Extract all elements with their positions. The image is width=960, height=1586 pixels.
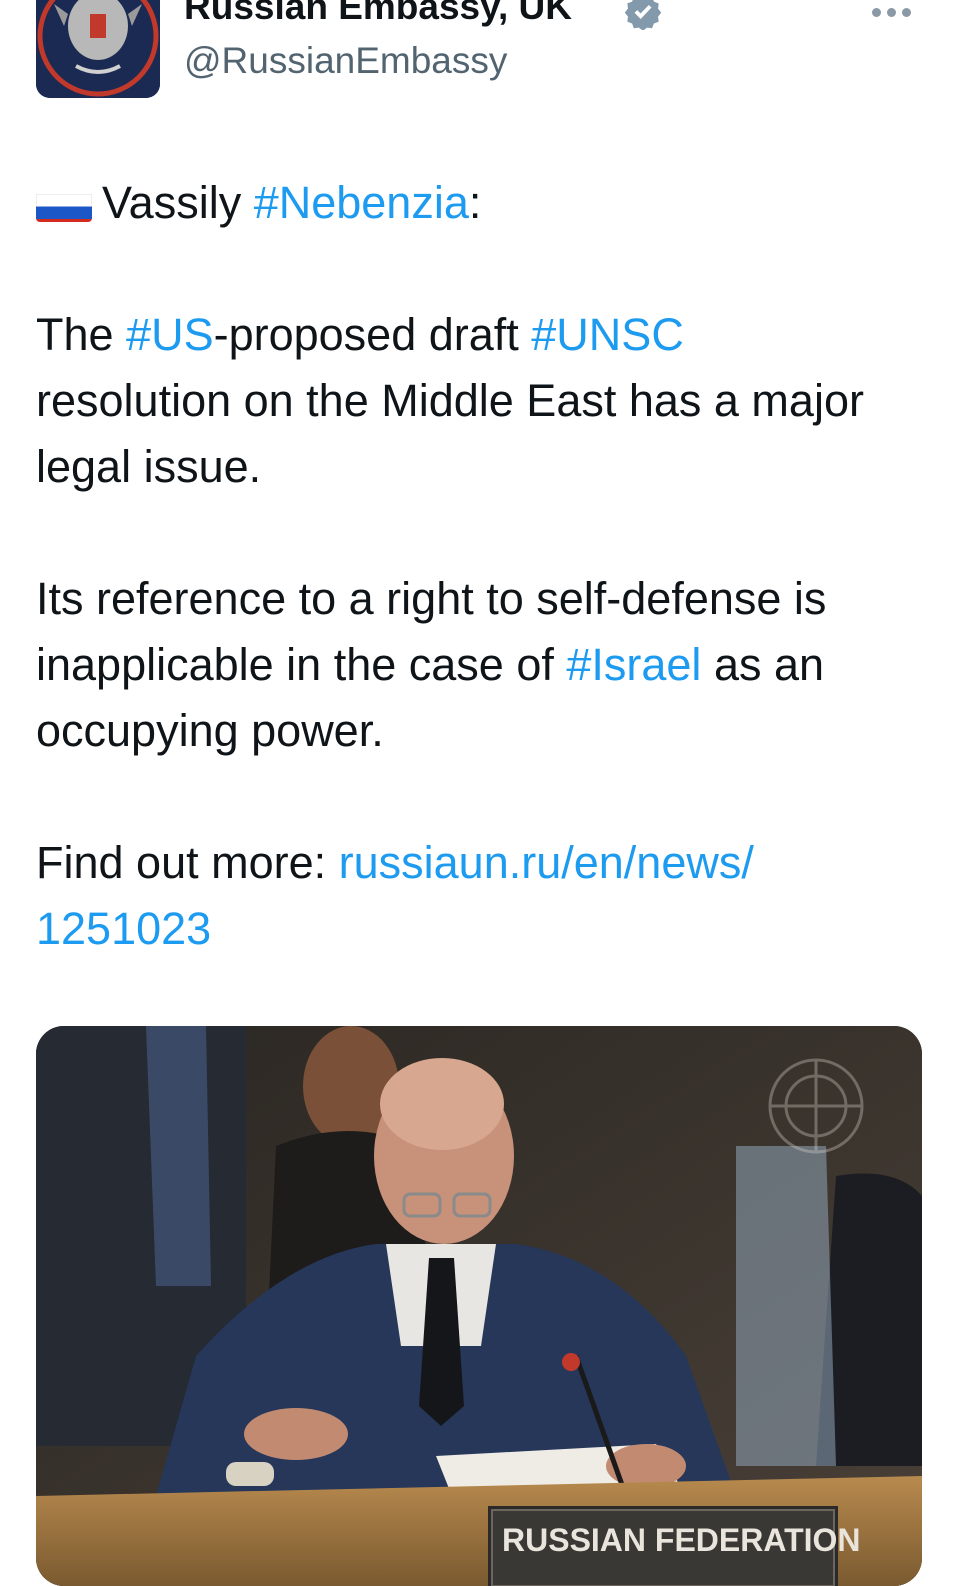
hashtag-us[interactable]: #US [126,309,214,360]
avatar[interactable] [36,0,160,98]
text-the: The [36,309,127,360]
text-resolution: resolution on the Middle East has a majo… [36,375,864,492]
text-vassily: Vassily [102,177,254,228]
tweet-paragraph-draft: The #US-proposed draft #UNSC resolution o… [36,302,936,500]
tweet-photo[interactable]: RUSSIAN FEDERATION [36,1026,922,1586]
text-proposed-draft: -proposed draft [213,309,532,360]
news-link[interactable]: russiaun.ru/en/news/ [339,837,754,888]
un-emblem-icon [768,1058,864,1154]
tweet-line-author: Vassily #Nebenzia: [36,170,936,236]
nameplate: RUSSIAN FEDERATION [502,1522,861,1558]
news-link-continued[interactable]: 1251023 [36,903,211,954]
more-options-icon[interactable] [872,2,920,22]
hashtag-nebenzia[interactable]: #Nebenzia [254,177,469,228]
tweet-paragraph-reference: Its reference to a right to self-defense… [36,566,936,764]
dot [902,7,911,17]
verified-badge-icon [624,0,662,30]
dot [887,7,896,17]
text-colon: : [468,177,482,228]
handle[interactable]: @RussianEmbassy [184,40,507,82]
photo-scene [36,1026,922,1586]
text-find-out-more: Find out more: [36,837,339,888]
hashtag-unsc[interactable]: #UNSC [531,309,684,360]
tweet-paragraph-link: Find out more: russiaun.ru/en/news/12510… [36,830,936,962]
display-name[interactable]: Russian Embassy, UK [184,0,572,28]
russia-flag-icon [36,184,92,222]
emblem-icon [36,0,160,98]
hashtag-israel[interactable]: #Israel [566,639,701,690]
tweet-header: Russian Embassy, UK @RussianEmbassy [0,0,960,110]
tweet-text: Vassily #Nebenzia: The #US-proposed draf… [36,170,936,962]
dot [872,7,881,17]
